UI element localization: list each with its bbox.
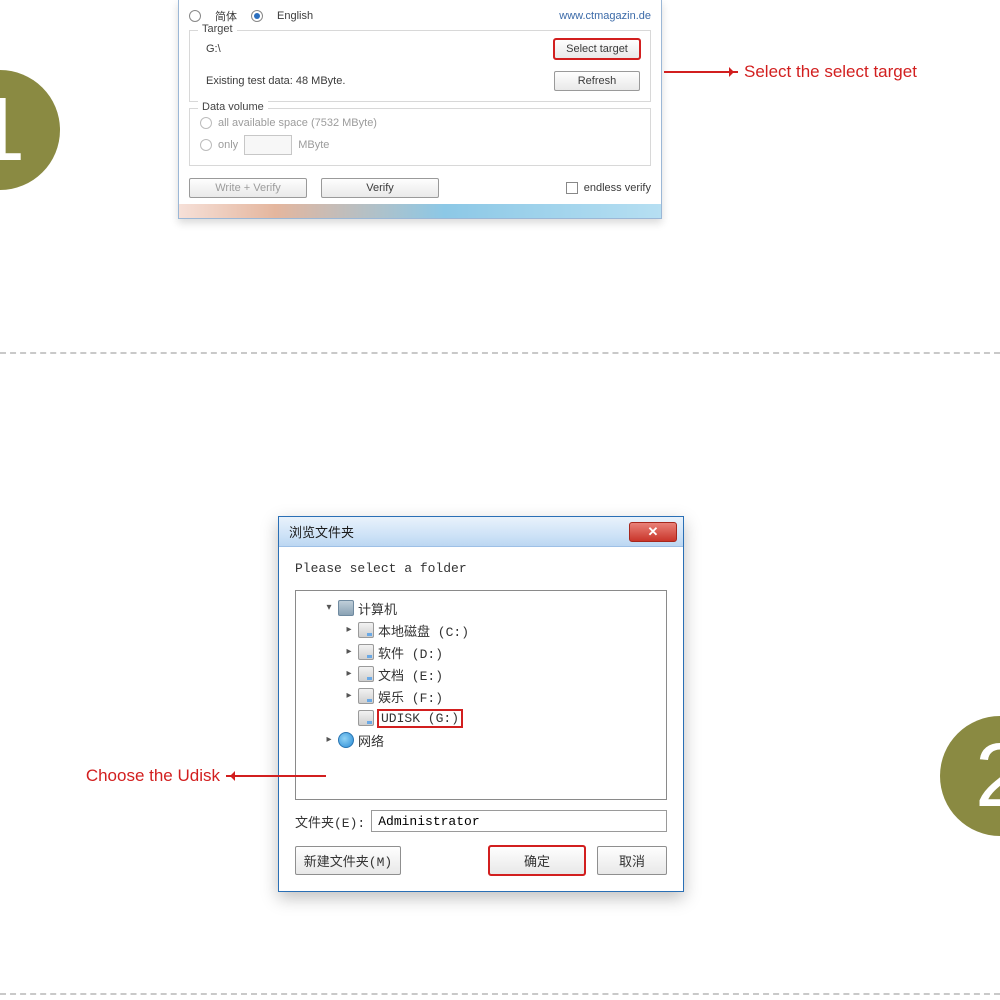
lang-label-simplified: 简体 bbox=[215, 8, 237, 24]
section-divider bbox=[0, 352, 1000, 354]
tree-node-network[interactable]: 网络 bbox=[300, 729, 662, 751]
titlebar: 浏览文件夹 ✕ bbox=[279, 517, 683, 547]
folder-tree[interactable]: 计算机 本地磁盘 (C:) 软件 (D:) 文档 (E:) 娱乐 (F:) bbox=[295, 590, 667, 800]
verify-button[interactable]: Verify bbox=[321, 178, 439, 198]
annotation-choose-udisk: Choose the Udisk bbox=[30, 766, 326, 786]
website-link[interactable]: www.ctmagazin.de bbox=[559, 10, 651, 22]
data-volume-group: Data volume all available space (7532 MB… bbox=[189, 108, 651, 166]
taskbar-sliver bbox=[179, 204, 661, 218]
tree-label: 娱乐 (F:) bbox=[378, 687, 443, 706]
tree-label: 计算机 bbox=[358, 599, 397, 618]
language-row: 简体 English www.ctmagazin.de bbox=[189, 8, 651, 24]
tree-node-drive-d[interactable]: 软件 (D:) bbox=[300, 641, 662, 663]
select-target-button[interactable]: Select target bbox=[554, 39, 640, 59]
annotation-text: Select the select target bbox=[744, 62, 917, 82]
close-icon: ✕ bbox=[648, 524, 659, 540]
expand-icon[interactable] bbox=[324, 735, 334, 745]
drive-icon bbox=[358, 710, 374, 726]
new-folder-button[interactable]: 新建文件夹(M) bbox=[295, 846, 401, 875]
lang-label-english: English bbox=[277, 10, 313, 22]
cancel-button[interactable]: 取消 bbox=[597, 846, 667, 875]
drive-icon bbox=[358, 644, 374, 660]
folder-field-label: 文件夹(E): bbox=[295, 812, 365, 831]
drive-icon bbox=[358, 622, 374, 638]
arrow-left-icon bbox=[226, 775, 326, 777]
h2testw-window: 简体 English www.ctmagazin.de Target G:\ S… bbox=[178, 0, 662, 219]
expand-icon[interactable] bbox=[344, 669, 354, 679]
tree-node-drive-g[interactable]: UDISK (G:) bbox=[300, 707, 662, 729]
action-row: Write + Verify Verify endless verify bbox=[189, 178, 651, 198]
dv-only-label: only bbox=[218, 139, 238, 151]
refresh-button[interactable]: Refresh bbox=[554, 71, 640, 91]
close-button[interactable]: ✕ bbox=[629, 522, 677, 542]
tree-node-drive-f[interactable]: 娱乐 (F:) bbox=[300, 685, 662, 707]
endless-verify-checkbox[interactable] bbox=[566, 182, 578, 194]
drive-icon bbox=[358, 688, 374, 704]
ok-button[interactable]: 确定 bbox=[489, 846, 585, 875]
computer-icon bbox=[338, 600, 354, 616]
dv-radio-all[interactable] bbox=[200, 117, 212, 129]
target-path: G:\ bbox=[200, 43, 221, 55]
target-group-title: Target bbox=[198, 23, 237, 35]
tree-node-drive-c[interactable]: 本地磁盘 (C:) bbox=[300, 619, 662, 641]
network-icon bbox=[338, 732, 354, 748]
arrow-right-icon bbox=[664, 71, 738, 73]
annotation-text: Choose the Udisk bbox=[86, 766, 220, 786]
lang-radio-simplified[interactable] bbox=[189, 10, 201, 22]
tree-node-computer[interactable]: 计算机 bbox=[300, 597, 662, 619]
tree-label: 软件 (D:) bbox=[378, 643, 443, 662]
tree-label: 网络 bbox=[358, 731, 384, 750]
dv-radio-only[interactable] bbox=[200, 139, 212, 151]
tree-label: 本地磁盘 (C:) bbox=[378, 621, 469, 640]
annotation-select-target: Select the select target bbox=[664, 62, 994, 82]
tree-label-udisk: UDISK (G:) bbox=[378, 710, 462, 727]
dv-all-label: all available space (7532 MByte) bbox=[218, 117, 377, 129]
existing-test-data-label: Existing test data: 48 MByte. bbox=[200, 75, 345, 87]
write-verify-button[interactable]: Write + Verify bbox=[189, 178, 307, 198]
dv-unit-label: MByte bbox=[298, 139, 329, 151]
browse-folder-dialog: 浏览文件夹 ✕ Please select a folder 计算机 本地磁盘 … bbox=[278, 516, 684, 892]
dialog-prompt: Please select a folder bbox=[295, 561, 667, 576]
dialog-title: 浏览文件夹 bbox=[289, 522, 354, 541]
step-badge-2: 2 bbox=[940, 716, 1000, 836]
lang-radio-english[interactable] bbox=[251, 10, 263, 22]
drive-icon bbox=[358, 666, 374, 682]
expand-icon[interactable] bbox=[344, 647, 354, 657]
section-divider bbox=[0, 993, 1000, 995]
folder-field[interactable] bbox=[371, 810, 667, 832]
expand-icon[interactable] bbox=[344, 625, 354, 635]
dv-only-input[interactable] bbox=[244, 135, 292, 155]
target-group: Target G:\ Select target Existing test d… bbox=[189, 30, 651, 102]
tree-node-drive-e[interactable]: 文档 (E:) bbox=[300, 663, 662, 685]
expand-icon[interactable] bbox=[324, 603, 334, 613]
step-badge-1: 1 bbox=[0, 70, 60, 190]
expand-icon[interactable] bbox=[344, 691, 354, 701]
tree-label: 文档 (E:) bbox=[378, 665, 443, 684]
data-volume-group-title: Data volume bbox=[198, 101, 268, 113]
endless-verify-label: endless verify bbox=[584, 182, 651, 194]
